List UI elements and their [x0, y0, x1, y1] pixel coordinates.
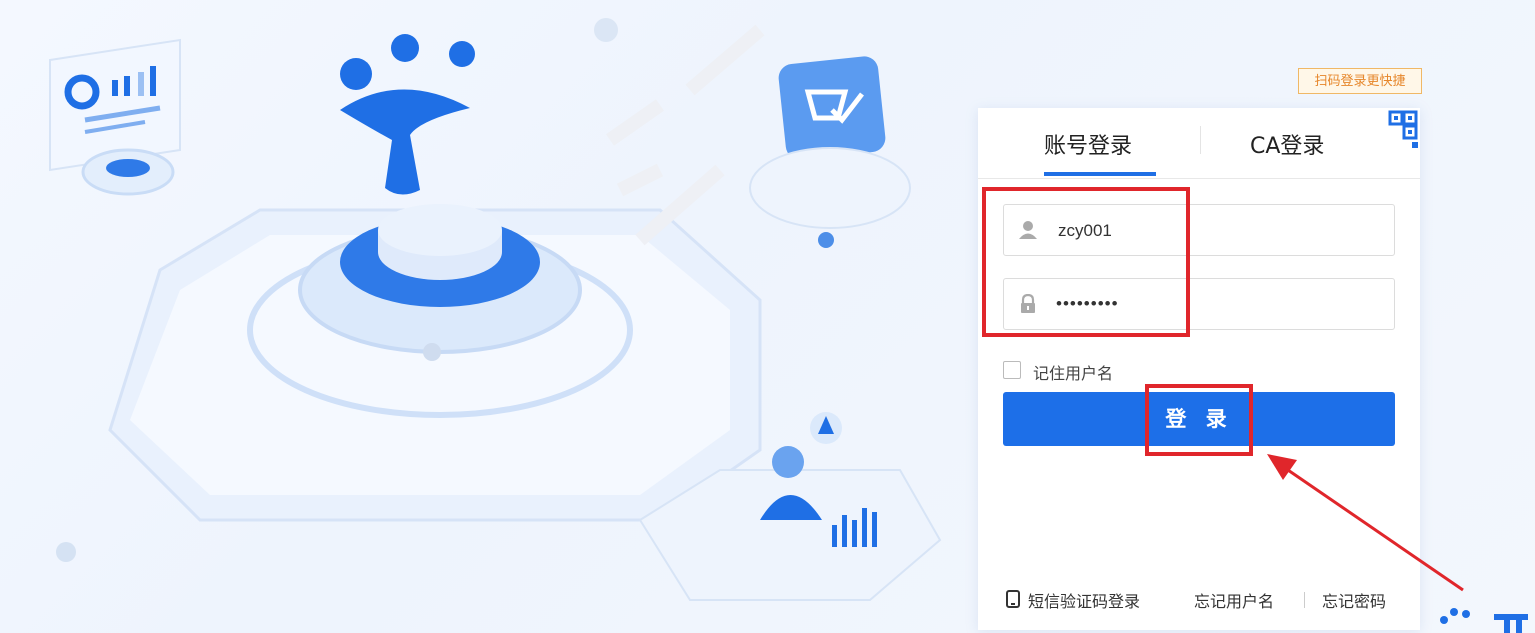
active-tab-indicator [1044, 172, 1156, 176]
remember-label: 记住用户名 [1033, 364, 1114, 383]
tab-ca-login[interactable]: CA登录 [1250, 128, 1324, 160]
sms-login-link[interactable]: 短信验证码登录 [1028, 588, 1140, 612]
tab-account-login[interactable]: 账号登录 [1044, 128, 1132, 160]
phone-icon [1006, 590, 1020, 608]
arrow-annotation-icon [1267, 454, 1464, 592]
tab-divider [1200, 126, 1201, 154]
login-button-highlight-box [1145, 384, 1253, 456]
credentials-highlight-box [982, 187, 1190, 337]
remember-checkbox[interactable] [1003, 361, 1021, 379]
brand-logo-fragment [1440, 608, 1528, 633]
login-tabs: 账号登录 CA登录 [978, 108, 1420, 179]
scan-login-tip[interactable]: 扫码登录更快捷 [1298, 68, 1422, 94]
qr-code-icon[interactable] [1376, 108, 1420, 152]
